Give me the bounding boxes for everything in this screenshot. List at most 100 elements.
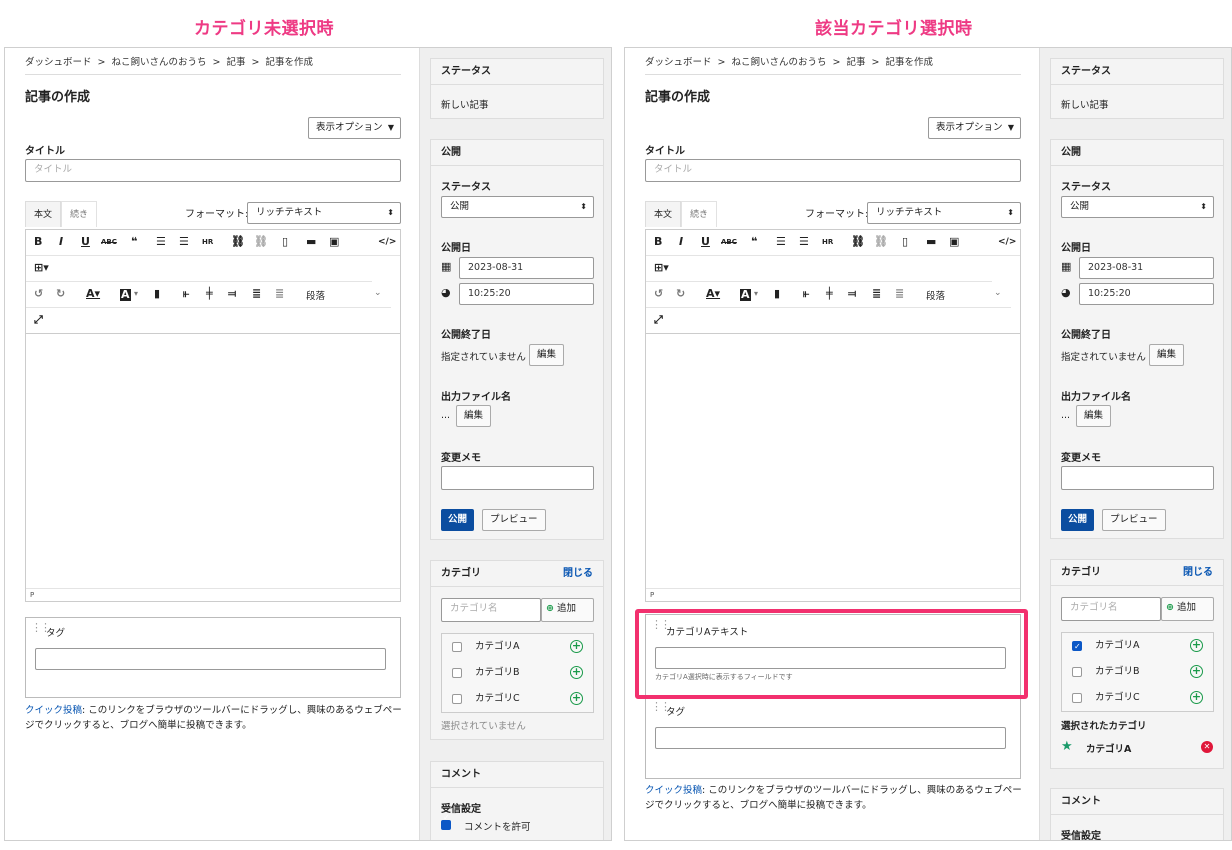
link-icon[interactable]: ⛓ bbox=[231, 235, 245, 248]
breadcrumb-posts[interactable]: 記事 bbox=[846, 57, 865, 68]
align-left-icon[interactable]: ⫦ bbox=[183, 287, 189, 301]
text-color-icon[interactable]: A▾ bbox=[706, 287, 720, 300]
table-icon[interactable]: ⊞▾ bbox=[34, 261, 49, 274]
category-close-link[interactable]: 閉じる bbox=[1183, 560, 1213, 586]
bg-color-icon[interactable]: A bbox=[120, 289, 131, 301]
format-select[interactable]: リッチテキスト ⬍ bbox=[247, 202, 401, 224]
category-item-b[interactable]: カテゴリB + bbox=[442, 660, 593, 686]
memo-input[interactable] bbox=[441, 466, 594, 490]
status-select[interactable]: 公開 ⬍ bbox=[441, 196, 594, 218]
publish-button[interactable]: 公開 bbox=[441, 509, 475, 531]
code-view-icon[interactable]: </> bbox=[378, 237, 396, 247]
add-circle-icon[interactable]: + bbox=[570, 640, 583, 653]
text-color-icon[interactable]: A▾ bbox=[86, 287, 100, 300]
source-block-icon[interactable]: ▯ bbox=[902, 235, 908, 248]
source-block-icon[interactable]: ▯ bbox=[282, 235, 288, 248]
fullscreen-icon[interactable]: ⤢ bbox=[654, 313, 663, 327]
breadcrumb-dashboard[interactable]: ダッシュボード bbox=[645, 57, 712, 68]
category-checkbox[interactable] bbox=[452, 668, 462, 678]
date-input[interactable]: 2023-08-31 bbox=[1079, 257, 1214, 279]
quick-post-link[interactable]: クイック投稿 bbox=[645, 785, 702, 796]
blockquote-icon[interactable]: ❝ bbox=[131, 235, 137, 248]
category-item-c[interactable]: カテゴリC + bbox=[1062, 685, 1213, 711]
display-options-button[interactable]: 表示オプション ▼ bbox=[308, 117, 401, 139]
undo-icon[interactable]: ↺ bbox=[654, 287, 663, 300]
breadcrumb-site[interactable]: ねこ飼いさんのおうち bbox=[731, 57, 826, 68]
tag-input[interactable] bbox=[35, 648, 386, 670]
strikethrough-icon[interactable]: ABC bbox=[721, 238, 737, 246]
end-date-edit-button[interactable]: 編集 bbox=[1149, 344, 1185, 366]
bg-color-icon[interactable]: A bbox=[740, 289, 751, 301]
bullet-list-icon[interactable]: ☰ bbox=[776, 235, 786, 248]
image-icon[interactable]: ▣ bbox=[329, 235, 339, 248]
category-item-a[interactable]: カテゴリA + bbox=[1062, 633, 1213, 660]
media-icon[interactable]: ▬ bbox=[306, 235, 316, 248]
time-input[interactable]: 10:25:20 bbox=[459, 283, 594, 305]
link-icon[interactable]: ⛓ bbox=[851, 235, 865, 248]
add-circle-icon[interactable]: + bbox=[570, 666, 583, 679]
category-item-b[interactable]: カテゴリB + bbox=[1062, 659, 1213, 685]
end-date-edit-button[interactable]: 編集 bbox=[529, 344, 565, 366]
category-checkbox[interactable] bbox=[452, 694, 462, 704]
preview-button[interactable]: プレビュー bbox=[482, 509, 546, 531]
publish-button[interactable]: 公開 bbox=[1061, 509, 1095, 531]
outdent-icon[interactable]: ≣ bbox=[275, 287, 284, 300]
breadcrumb-dashboard[interactable]: ダッシュボード bbox=[25, 57, 92, 68]
image-icon[interactable]: ▣ bbox=[949, 235, 959, 248]
indent-icon[interactable]: ≣ bbox=[872, 287, 881, 300]
underline-icon[interactable]: U bbox=[701, 235, 710, 248]
hr-icon[interactable]: HR bbox=[202, 238, 213, 246]
format-select[interactable]: リッチテキスト ⬍ bbox=[867, 202, 1021, 224]
indent-icon[interactable]: ≣ bbox=[252, 287, 261, 300]
title-input[interactable]: タイトル bbox=[645, 159, 1021, 182]
category-name-input[interactable]: カテゴリ名 bbox=[1061, 597, 1161, 621]
date-input[interactable]: 2023-08-31 bbox=[459, 257, 594, 279]
category-add-button[interactable]: ⊕ 追加 bbox=[541, 598, 594, 622]
eraser-icon[interactable]: ▮ bbox=[154, 287, 160, 300]
add-circle-icon[interactable]: + bbox=[1190, 691, 1203, 704]
clock-icon[interactable]: ◕ bbox=[1061, 286, 1071, 299]
title-input[interactable]: タイトル bbox=[25, 159, 401, 182]
eraser-icon[interactable]: ▮ bbox=[774, 287, 780, 300]
output-edit-button[interactable]: 編集 bbox=[1076, 405, 1112, 427]
category-checkbox[interactable] bbox=[452, 642, 462, 652]
align-right-icon[interactable]: ⫤ bbox=[228, 287, 236, 301]
rich-editor[interactable]: B I U ABC ❝ ☰ ☰ HR ⛓ ⛓ ▯ ▬ ▣ </> ⊞▾ ↺ ↻ bbox=[645, 229, 1021, 602]
align-center-icon[interactable]: ╪ bbox=[206, 287, 213, 300]
breadcrumb-posts[interactable]: 記事 bbox=[226, 57, 245, 68]
numbered-list-icon[interactable]: ☰ bbox=[179, 235, 189, 248]
bold-icon[interactable]: B bbox=[34, 235, 42, 248]
rich-editor[interactable]: B I U ABC ❝ ☰ ☰ HR ⛓ ⛓ ▯ ▬ ▣ </> ⊞▾ ↺ ↻ bbox=[25, 229, 401, 602]
strikethrough-icon[interactable]: ABC bbox=[101, 238, 117, 246]
italic-icon[interactable]: I bbox=[679, 235, 683, 248]
category-item-a[interactable]: カテゴリA + bbox=[442, 634, 593, 660]
calendar-icon[interactable]: ▦ bbox=[441, 260, 451, 273]
category-name-input[interactable]: カテゴリ名 bbox=[441, 598, 541, 622]
calendar-icon[interactable]: ▦ bbox=[1061, 260, 1071, 273]
bold-icon[interactable]: B bbox=[654, 235, 662, 248]
tab-more[interactable]: 続き bbox=[681, 201, 718, 227]
remove-category-icon[interactable]: ✕ bbox=[1201, 741, 1213, 753]
media-icon[interactable]: ▬ bbox=[926, 235, 936, 248]
category-close-link[interactable]: 閉じる bbox=[563, 561, 593, 587]
numbered-list-icon[interactable]: ☰ bbox=[799, 235, 809, 248]
add-circle-icon[interactable]: + bbox=[1190, 639, 1203, 652]
category-checkbox[interactable] bbox=[1072, 667, 1082, 677]
align-left-icon[interactable]: ⫦ bbox=[803, 287, 809, 301]
blockquote-icon[interactable]: ❝ bbox=[751, 235, 757, 248]
status-select[interactable]: 公開 ⬍ bbox=[1061, 196, 1214, 218]
paragraph-select[interactable]: 段落 bbox=[926, 288, 945, 302]
redo-icon[interactable]: ↻ bbox=[676, 287, 685, 300]
preview-button[interactable]: プレビュー bbox=[1102, 509, 1166, 531]
code-view-icon[interactable]: </> bbox=[998, 237, 1016, 247]
memo-input[interactable] bbox=[1061, 466, 1214, 490]
output-edit-button[interactable]: 編集 bbox=[456, 405, 492, 427]
outdent-icon[interactable]: ≣ bbox=[895, 287, 904, 300]
tab-body[interactable]: 本文 bbox=[645, 201, 682, 227]
table-icon[interactable]: ⊞▾ bbox=[654, 261, 669, 274]
add-circle-icon[interactable]: + bbox=[1190, 665, 1203, 678]
allow-comments-checkbox[interactable] bbox=[441, 813, 451, 830]
add-circle-icon[interactable]: + bbox=[570, 692, 583, 705]
category-checkbox[interactable] bbox=[1072, 693, 1082, 703]
tab-body[interactable]: 本文 bbox=[25, 201, 62, 227]
